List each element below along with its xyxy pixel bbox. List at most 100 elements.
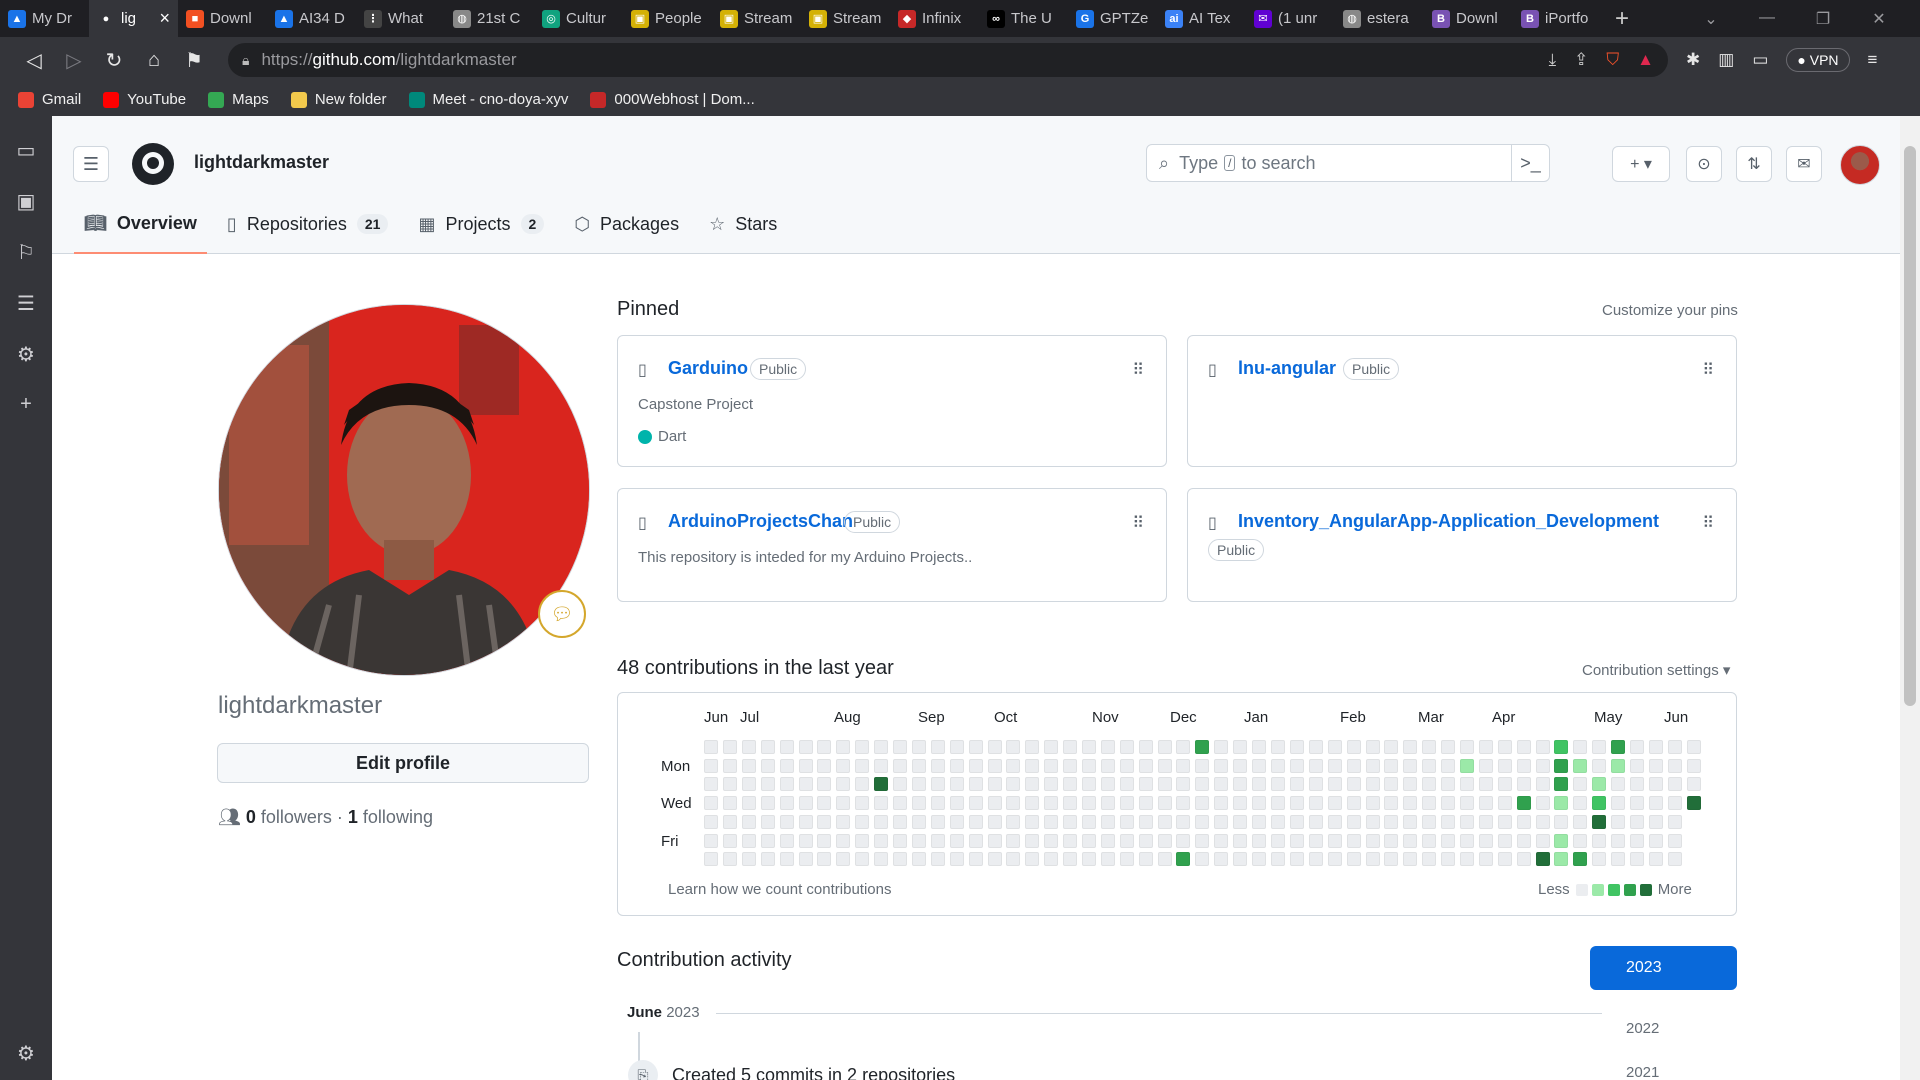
contribution-day[interactable] (1347, 777, 1361, 791)
contribution-day[interactable] (1233, 796, 1247, 810)
contribution-day[interactable] (1025, 759, 1039, 773)
contribution-day[interactable] (1176, 796, 1190, 810)
contribution-day[interactable] (1063, 815, 1077, 829)
contribution-day[interactable] (855, 759, 869, 773)
contribution-day[interactable] (1517, 852, 1531, 866)
contribution-day[interactable] (893, 834, 907, 848)
contribution-day[interactable] (704, 777, 718, 791)
contribution-day[interactable] (817, 852, 831, 866)
contribution-day[interactable] (836, 759, 850, 773)
contribution-day[interactable] (1366, 796, 1380, 810)
contribution-day[interactable] (1573, 740, 1587, 754)
browser-tab[interactable]: G GPTZe (1068, 0, 1157, 37)
contribution-day[interactable] (950, 740, 964, 754)
contribution-day[interactable] (931, 740, 945, 754)
contribution-day[interactable] (1158, 777, 1172, 791)
contribution-day[interactable] (817, 740, 831, 754)
contribution-day[interactable] (1554, 759, 1568, 773)
contribution-day[interactable] (742, 852, 756, 866)
contribution-day[interactable] (1668, 777, 1682, 791)
contribution-day[interactable] (723, 740, 737, 754)
contribution-day[interactable] (1214, 740, 1228, 754)
contribution-day[interactable] (723, 852, 737, 866)
contribution-day[interactable] (1214, 777, 1228, 791)
contribution-day[interactable] (874, 834, 888, 848)
contribution-day[interactable] (1158, 759, 1172, 773)
contribution-day[interactable] (1101, 815, 1115, 829)
contribution-day[interactable] (1630, 777, 1644, 791)
issues-icon[interactable]: ⊙ (1686, 146, 1722, 182)
contribution-day[interactable] (1120, 796, 1134, 810)
contribution-day[interactable] (780, 759, 794, 773)
contribution-day[interactable] (742, 796, 756, 810)
contribution-day[interactable] (836, 852, 850, 866)
contribution-day[interactable] (950, 834, 964, 848)
contribution-day[interactable] (1517, 796, 1531, 810)
contribution-day[interactable] (704, 815, 718, 829)
contribution-day[interactable] (1120, 834, 1134, 848)
contribution-day[interactable] (1158, 852, 1172, 866)
github-logo-icon[interactable] (132, 143, 174, 185)
video-icon[interactable]: ▭ (17, 138, 36, 163)
contribution-day[interactable] (1517, 740, 1531, 754)
contribution-day[interactable] (1252, 777, 1266, 791)
extensions-icon[interactable]: ✱ (1686, 50, 1700, 70)
contribution-day[interactable] (1328, 834, 1342, 848)
contribution-day[interactable] (1214, 815, 1228, 829)
reading-list-icon[interactable]: ☰ (17, 291, 35, 316)
tab-repositories[interactable]: ▯ Repositories 21 (217, 194, 399, 254)
contribution-day[interactable] (855, 777, 869, 791)
contribution-day[interactable] (1592, 796, 1606, 810)
contribution-day[interactable] (1233, 740, 1247, 754)
contribution-day[interactable] (704, 852, 718, 866)
contribution-day[interactable] (1120, 777, 1134, 791)
contribution-day[interactable] (1517, 834, 1531, 848)
contribution-day[interactable] (1139, 796, 1153, 810)
contribution-day[interactable] (723, 796, 737, 810)
contribution-day[interactable] (855, 740, 869, 754)
contribution-day[interactable] (1347, 834, 1361, 848)
followers-count[interactable]: 0 (246, 807, 256, 828)
contribution-day[interactable] (1498, 815, 1512, 829)
contribution-day[interactable] (1441, 834, 1455, 848)
contribution-day[interactable] (1139, 815, 1153, 829)
contribution-day[interactable] (931, 834, 945, 848)
contribution-day[interactable] (1271, 740, 1285, 754)
contribution-day[interactable] (1271, 759, 1285, 773)
contribution-day[interactable] (1176, 777, 1190, 791)
contribution-day[interactable] (1006, 852, 1020, 866)
settings-sidebar-icon[interactable]: ⚙ (17, 342, 35, 367)
contribution-day[interactable] (723, 777, 737, 791)
contribution-day[interactable] (1195, 777, 1209, 791)
contribution-day[interactable] (1384, 777, 1398, 791)
contribution-day[interactable] (1233, 815, 1247, 829)
contribution-day[interactable] (1233, 834, 1247, 848)
contribution-day[interactable] (799, 852, 813, 866)
browser-tab[interactable]: ◍ 21st C (445, 0, 534, 37)
contribution-day[interactable] (761, 759, 775, 773)
contribution-day[interactable] (704, 834, 718, 848)
contribution-day[interactable] (1441, 759, 1455, 773)
reload-icon[interactable]: ↻ (94, 42, 134, 78)
contribution-day[interactable] (817, 796, 831, 810)
page-scrollbar[interactable] (1900, 116, 1920, 1080)
contribution-day[interactable] (1025, 740, 1039, 754)
contribution-day[interactable] (1271, 796, 1285, 810)
pull-requests-icon[interactable]: ⇅ (1736, 146, 1772, 182)
contribution-day[interactable] (780, 740, 794, 754)
contribution-day[interactable] (1479, 852, 1493, 866)
contribution-day[interactable] (1195, 834, 1209, 848)
contribution-day[interactable] (1290, 815, 1304, 829)
contribution-day[interactable] (1006, 777, 1020, 791)
brave-shield-icon[interactable]: ⛉ (1606, 50, 1619, 70)
command-palette-icon[interactable]: >_ (1511, 145, 1549, 181)
contribution-day[interactable] (1252, 759, 1266, 773)
contribution-day[interactable] (1252, 740, 1266, 754)
contribution-day[interactable] (1630, 759, 1644, 773)
contribution-day[interactable] (1611, 834, 1625, 848)
inbox-icon[interactable]: ✉ (1786, 146, 1822, 182)
contribution-day[interactable] (1573, 834, 1587, 848)
contribution-day[interactable] (893, 759, 907, 773)
contribution-day[interactable] (761, 740, 775, 754)
contribution-day[interactable] (1176, 740, 1190, 754)
